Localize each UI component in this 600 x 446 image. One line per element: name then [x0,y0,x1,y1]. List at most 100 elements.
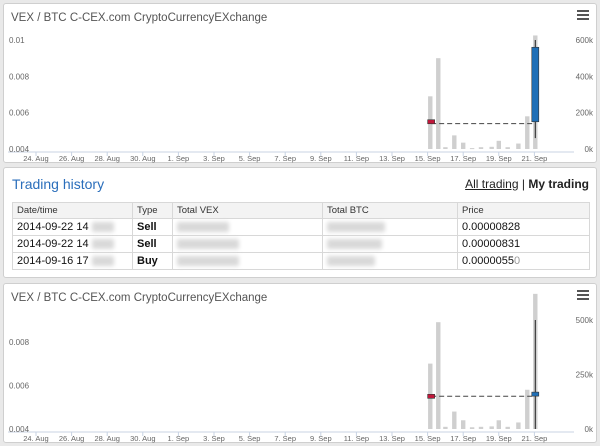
volume-tick-label: 0k [585,425,594,434]
volume-bar [525,389,530,429]
redacted-value [177,239,239,250]
volume-bar [461,420,466,429]
x-tick-label: 3. Sep [203,434,225,443]
trading-history-panel: Trading history All trading | My trading… [3,167,597,278]
volume-tick-label: 200k [576,109,594,118]
volume-bar [516,143,521,149]
volume-bar [452,411,457,429]
x-tick-label: 7. Sep [274,154,296,163]
price-volume-chart: 0.008 0.006 0.004 500k 250k 0k 24. Aug 26. Aug 2… [8,293,594,443]
tab-all-trading[interactable]: All trading [465,177,518,191]
x-tick-label: 21. Sep [521,154,547,163]
cell-price: 0.00000550 [457,252,590,270]
cell-price: 0.00000831 [457,235,590,253]
cell-total-vex [172,218,323,236]
volume-bar [436,322,441,429]
table-header-row: Date/time Type Total VEX Total BTC Price [12,202,590,219]
x-tick-label: 19. Sep [486,434,512,443]
cell-type: Sell [132,235,173,253]
cell-total-vex [172,252,323,270]
volume-bar [496,140,501,149]
column-header: Type [132,202,173,219]
volume-bar [489,426,494,429]
x-tick-label: 9. Sep [310,434,332,443]
volume-bar [478,147,484,149]
price-tick-label: 0.008 [9,72,30,81]
x-tick-label: 30. Aug [130,154,155,163]
x-tick-label: 30. Aug [130,434,155,443]
volume-tick-label: 400k [576,72,594,81]
column-header: Total VEX [172,202,323,219]
volume-bar [505,147,510,149]
cell-type: Sell [132,218,173,236]
redacted-value [327,256,375,267]
volume-tick-label: 0k [585,145,594,154]
price-volume-chart: 0.01 0.008 0.006 0.004 600k 400k 200k 0k 24. Aug… [8,35,594,163]
redacted-value [327,222,385,233]
cell-datetime: 2014-09-16 17 [12,252,133,270]
cell-total-btc [322,218,458,236]
trading-history-table: Date/time Type Total VEX Total BTC Price… [12,202,590,270]
volume-bar [461,142,466,149]
table-row: 2014-09-22 14 Sell 0.00000828 [12,218,590,236]
x-tick-label: 13. Sep [379,154,405,163]
volume-tick-label: 600k [576,36,594,45]
x-tick-label: 15. Sep [415,434,441,443]
price-tick-label: 0.006 [9,381,30,390]
column-header: Total BTC [322,202,458,219]
cell-total-btc [322,252,458,270]
x-tick-label: 24. Aug [23,434,48,443]
x-tick-label: 21. Sep [521,434,547,443]
x-tick-label: 17. Sep [450,434,476,443]
candle-body [427,394,435,399]
x-tick-label: 11. Sep [344,154,369,163]
x-tick-label: 9. Sep [310,154,332,163]
trading-history-title: Trading history [12,176,105,192]
cell-type: Buy [132,252,173,270]
volume-bar [469,148,475,150]
table-row: 2014-09-22 14 Sell 0.00000831 [12,235,590,253]
price-tick-label: 0.004 [9,145,30,154]
cell-total-vex [172,235,323,253]
x-tick-label: 11. Sep [344,434,369,443]
redacted-value [177,222,229,233]
volume-bar [516,422,521,429]
x-tick-label: 13. Sep [379,434,405,443]
cell-datetime: 2014-09-22 14 [12,218,133,236]
candle-body [531,391,540,397]
x-tick-label: 5. Sep [239,434,261,443]
x-tick-label: 1. Sep [168,434,190,443]
volume-bar [496,420,501,429]
price-tick-label: 0.006 [9,109,30,118]
x-tick-label: 26. Aug [59,434,84,443]
x-tick-label: 5. Sep [239,154,261,163]
x-tick-label: 1. Sep [168,154,190,163]
candle-body [531,46,540,123]
redacted-value [91,239,114,250]
column-header: Price [457,202,590,219]
x-tick-label: 15. Sep [415,154,441,163]
tab-separator: | [521,177,525,191]
volume-bar [505,426,510,429]
volume-tick-label: 250k [576,371,594,380]
x-tick-label: 28. Aug [94,154,119,163]
redacted-value [177,256,239,267]
volume-bar [443,147,448,149]
x-tick-label: 17. Sep [450,154,476,163]
volume-bar [452,135,457,149]
volume-bar [525,116,530,149]
cell-price: 0.00000828 [457,218,590,236]
volume-bar [478,426,484,429]
volume-bar [489,146,494,149]
redacted-value [91,222,114,233]
column-header: Date/time [12,202,133,219]
x-tick-label: 19. Sep [486,154,512,163]
price-tick-label: 0.01 [9,36,25,45]
x-tick-label: 3. Sep [203,154,225,163]
tab-my-trading[interactable]: My trading [528,177,589,191]
history-tabs: All trading | My trading [465,177,589,191]
volume-bar [443,426,448,429]
price-chart-panel: VEX / BTC C-CEX.com CryptoCurrencyEXchan… [3,3,597,163]
x-tick-label: 24. Aug [23,154,48,163]
cell-total-btc [322,235,458,253]
